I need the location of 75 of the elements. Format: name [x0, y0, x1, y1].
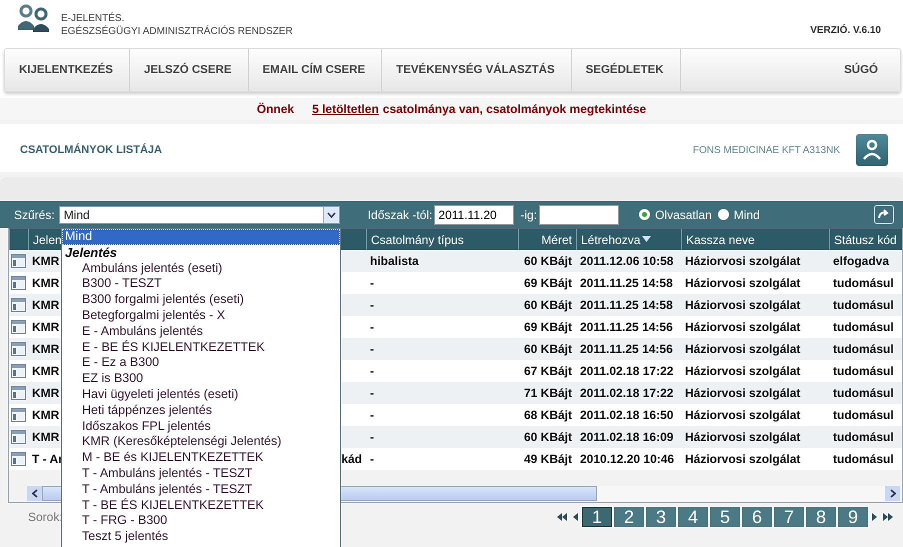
- table-cell-text: tudomásul: [832, 320, 895, 334]
- table-cell-text: -: [369, 364, 375, 378]
- table-cell-text: Háziorvosi szolgálat: [684, 364, 802, 378]
- table-cell-text: 68 KBájt: [522, 408, 573, 422]
- table-cell-text: tudomásul: [832, 430, 895, 444]
- table-cell: KMR: [32, 408, 60, 422]
- table-cell-text: Háziorvosi szolgálat: [684, 298, 802, 312]
- table-cell-text: 2011.11.25 14:56: [579, 320, 674, 334]
- table-cell-text: 71 KBájt: [522, 386, 573, 400]
- table-cell-text: 2011.11.25 14:56: [579, 342, 674, 356]
- option-group-label: Jelentés: [64, 244, 118, 261]
- notice-text: Önnek: [256, 102, 294, 116]
- table-cell: kád: [341, 452, 362, 466]
- table-cell: KMR: [32, 364, 60, 378]
- notice-text: csatolmánya van, csatolmányok megtekintése: [382, 102, 646, 116]
- table-cell-text: -: [369, 342, 375, 356]
- table-cell-text: 60 KBájt: [522, 254, 573, 268]
- table-cell-text: tudomásul: [832, 452, 895, 466]
- radio-label: Mind: [734, 208, 760, 222]
- table-cell-text: 60 KBájt: [522, 342, 573, 356]
- table-cell-text: hibalista: [369, 254, 420, 268]
- table-cell: KMR: [32, 298, 60, 312]
- radio-label: Olvasatlan: [655, 208, 712, 222]
- table-cell-text: 2010.12.20 10:46: [579, 452, 676, 466]
- to-label: -ig:: [520, 208, 538, 222]
- table-cell: KMR: [32, 430, 60, 444]
- table-cell: KMR: [32, 276, 60, 290]
- table-cell: KMR: [32, 342, 60, 356]
- table-cell-text: Háziorvosi szolgálat: [684, 386, 802, 400]
- table-cell-text: -: [369, 452, 375, 466]
- table-cell-text: tudomásul: [832, 276, 895, 290]
- table-cell-text: 2011.12.06 10:58: [579, 254, 674, 268]
- table-cell-text: -: [369, 276, 375, 290]
- table-cell-text: 69 KBájt: [522, 276, 573, 290]
- app-subtitle: EGÉSZSÉGÜGYI ADMINISZTRÁCIÓS RENDSZER: [61, 26, 293, 37]
- table-cell-text: tudomásul: [832, 298, 895, 312]
- version-label: VERZIÓ. V.6.10: [810, 25, 881, 38]
- table-cell-text: Háziorvosi szolgálat: [684, 452, 802, 466]
- table-cell: KMR: [32, 254, 60, 268]
- table-cell: KMR: [32, 386, 60, 400]
- table-cell-text: Háziorvosi szolgálat: [684, 254, 802, 268]
- table-cell-text: 2011.02.18 17:22: [579, 386, 674, 400]
- table-cell-text: elfogadva: [832, 254, 890, 268]
- table-cell-text: Háziorvosi szolgálat: [684, 342, 802, 356]
- table-cell-text: 2011.02.18 16:50: [579, 408, 674, 422]
- table-cell-text: -: [369, 386, 375, 400]
- table-cell-text: Háziorvosi szolgálat: [684, 320, 802, 334]
- table-cell-text: tudomásul: [832, 386, 895, 400]
- table-cell-text: 60 KBájt: [522, 430, 573, 444]
- table-cell-text: 2011.11.25 14:58: [579, 276, 674, 290]
- table-cell-text: tudomásul: [832, 408, 895, 422]
- filter-label: Szűrés:: [14, 208, 55, 222]
- table-cell: T - Ar: [32, 452, 63, 466]
- table-cell: KMR: [32, 320, 60, 334]
- table-cell-text: -: [369, 408, 375, 422]
- table-cell-text: 2011.11.25 14:58: [579, 298, 674, 312]
- section-title: CSATOLMÁNYOK LISTÁJA: [20, 144, 162, 156]
- table-cell-text: -: [369, 298, 375, 312]
- table-cell-text: 60 KBájt: [522, 298, 573, 312]
- table-cell-text: Háziorvosi szolgálat: [684, 408, 802, 422]
- table-cell-text: 67 KBájt: [522, 364, 573, 378]
- table-cell-text: 49 KBájt: [522, 452, 573, 466]
- table-cell-text: tudomásul: [832, 342, 895, 356]
- from-label: Időszak -tól:: [368, 208, 432, 222]
- table-cell-text: 2011.02.18 17:22: [579, 364, 674, 378]
- table-cell-text: -: [369, 430, 375, 444]
- table-cell-text: tudomásul: [832, 364, 895, 378]
- app-title: E-JELENTÉS.: [61, 13, 126, 24]
- table-cell-text: -: [369, 320, 375, 334]
- company-name: FONS MEDICINAE KFT A313NK: [692, 144, 840, 156]
- table-cell-text: 2011.02.18 16:09: [579, 430, 674, 444]
- rows-label: Sorok:: [28, 510, 63, 524]
- table-cell-text: Háziorvosi szolgálat: [684, 430, 802, 444]
- table-cell-text: Háziorvosi szolgálat: [684, 276, 802, 290]
- table-cell-text: 69 KBájt: [522, 320, 573, 334]
